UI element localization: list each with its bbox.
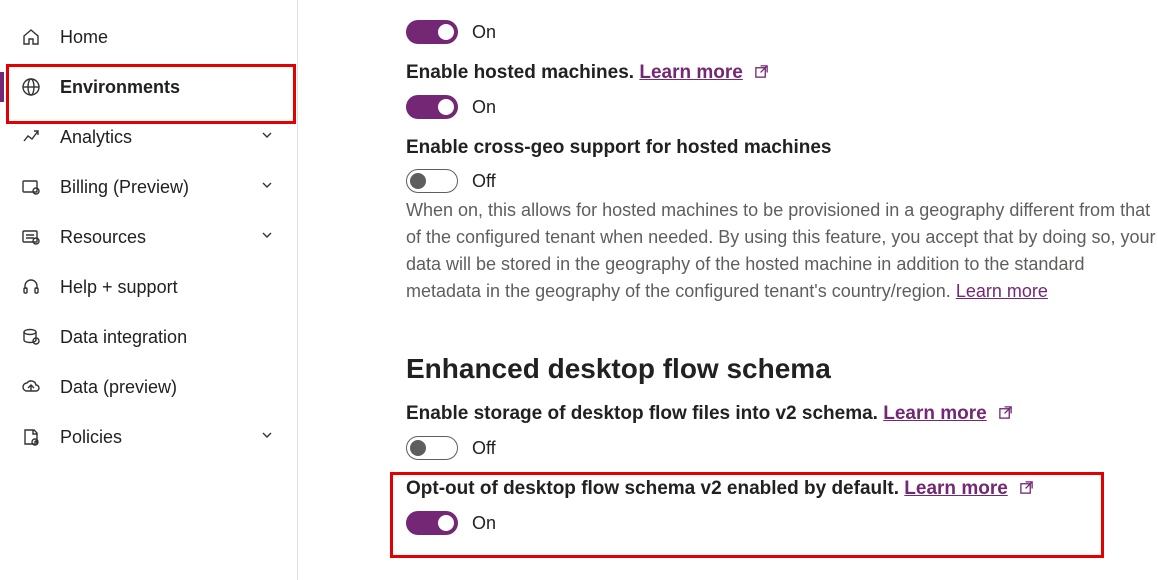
nav-label: Policies [60, 427, 259, 448]
nav-label: Data integration [60, 327, 277, 348]
nav-analytics[interactable]: Analytics [0, 112, 297, 162]
home-icon [20, 26, 42, 48]
data-integration-icon [20, 326, 42, 348]
nav-home[interactable]: Home [0, 12, 297, 62]
learn-more-link[interactable]: Learn more [639, 62, 742, 83]
content-area: On Enable hosted machines. Learn more On… [298, 0, 1158, 553]
chevron-down-icon [259, 427, 277, 448]
chevron-down-icon [259, 127, 277, 148]
nav-help[interactable]: Help + support [0, 262, 297, 312]
toggle-0[interactable] [406, 20, 458, 44]
chevron-down-icon [259, 227, 277, 248]
external-link-icon [1019, 479, 1034, 501]
resources-icon [20, 226, 42, 248]
setting-opt-out: Opt-out of desktop flow schema v2 enable… [406, 478, 1158, 535]
setting-title-text: Enable cross-geo support for hosted mach… [406, 137, 831, 158]
billing-icon [20, 176, 42, 198]
toggle-label: Off [472, 438, 496, 459]
nav-label: Data (preview) [60, 377, 277, 398]
analytics-icon [20, 126, 42, 148]
external-link-icon [998, 404, 1013, 426]
section-title: Enhanced desktop flow schema [406, 353, 1158, 385]
nav-resources[interactable]: Resources [0, 212, 297, 262]
sidebar: Home Environments Analytics Billing (Pre… [0, 0, 298, 580]
nav-environments[interactable]: Environments [0, 62, 297, 112]
toggle-label: On [472, 97, 496, 118]
learn-more-link[interactable]: Learn more [956, 281, 1048, 301]
toggle-label: On [472, 513, 496, 534]
toggle-opt-out[interactable] [406, 511, 458, 535]
headset-icon [20, 276, 42, 298]
nav-label: Billing (Preview) [60, 177, 259, 198]
nav-data-integration[interactable]: Data integration [0, 312, 297, 362]
setting-title-text: Opt-out of desktop flow schema v2 enable… [406, 478, 899, 499]
toggle-hosted-machines[interactable] [406, 95, 458, 119]
setting-0: On [406, 20, 1158, 44]
setting-v2-schema: Enable storage of desktop flow files int… [406, 403, 1158, 460]
nav-label: Analytics [60, 127, 259, 148]
toggle-v2-schema[interactable] [406, 436, 458, 460]
toggle-cross-geo[interactable] [406, 169, 458, 193]
external-link-icon [754, 63, 769, 85]
nav-data-preview[interactable]: Data (preview) [0, 362, 297, 412]
toggle-0-label: On [472, 22, 496, 43]
setting-hosted-machines: Enable hosted machines. Learn more On [406, 62, 1158, 119]
cloud-up-icon [20, 376, 42, 398]
learn-more-link[interactable]: Learn more [883, 403, 986, 424]
toggle-label: Off [472, 171, 496, 192]
setting-title-text: Enable storage of desktop flow files int… [406, 403, 878, 424]
chevron-down-icon [259, 177, 277, 198]
globe-icon [20, 76, 42, 98]
setting-title-text: Enable hosted machines. [406, 62, 634, 83]
nav-billing[interactable]: Billing (Preview) [0, 162, 297, 212]
setting-cross-geo: Enable cross-geo support for hosted mach… [406, 137, 1158, 305]
nav-label: Help + support [60, 277, 277, 298]
policies-icon [20, 426, 42, 448]
nav-policies[interactable]: Policies [0, 412, 297, 462]
nav-label: Resources [60, 227, 259, 248]
learn-more-link[interactable]: Learn more [904, 478, 1007, 499]
nav-label: Environments [60, 77, 277, 98]
nav-label: Home [60, 27, 277, 48]
